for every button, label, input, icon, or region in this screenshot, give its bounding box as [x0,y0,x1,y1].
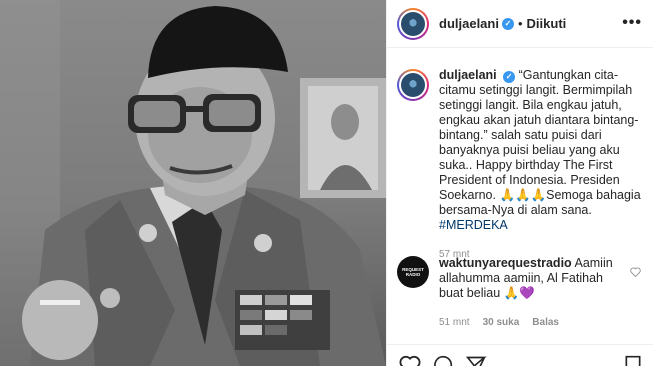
post-detail-panel: duljaelani ✓ • Diikuti ••• duljaelani ✓ … [386,0,653,366]
comment-like-count[interactable]: 30 suka [483,315,520,330]
reply-button[interactable]: Balas [532,315,559,330]
comment-icon[interactable] [432,355,454,366]
action-bar [387,344,653,366]
separator-dot: • [517,16,523,31]
caption-avatar[interactable] [397,69,429,101]
post-photo[interactable] [0,0,386,366]
photo-illustration [0,0,386,366]
comment-body: waktunyarequestradio Aamiin allahumma aa… [439,256,619,330]
post-header: duljaelani ✓ • Diikuti ••• [387,0,653,48]
caption-text: “Gantungkan cita-citamu setinggi langit.… [439,68,641,217]
verified-badge-icon: ✓ [501,17,514,30]
hashtag-link[interactable]: #MERDEKA [439,218,508,232]
verified-badge-icon: ✓ [503,70,516,83]
author-username[interactable]: duljaelani [439,16,499,31]
author-avatar[interactable] [397,7,429,40]
more-icon[interactable]: ••• [622,14,642,32]
comment-time: 51 mnt [439,317,470,328]
commenter-username[interactable]: waktunyarequestradio [439,256,572,270]
caption-username[interactable]: duljaelani [439,68,497,82]
caption-body: duljaelani ✓ “Gantungkan cita-citamu set… [439,68,644,262]
share-icon[interactable] [465,355,487,366]
avatar-text-line2: RADIO [405,272,421,277]
bookmark-icon[interactable] [624,355,642,366]
comment-meta: 51 mnt 30 suka Balas [439,315,619,330]
caption: duljaelani ✓ “Gantungkan cita-citamu set… [397,68,647,262]
heart-icon[interactable] [399,355,421,366]
heart-icon[interactable] [630,267,641,277]
comment-item: REQUEST RADIO waktunyarequestradio Aamii… [397,256,647,330]
commenter-avatar[interactable]: REQUEST RADIO [397,256,429,288]
follow-status-button[interactable]: Diikuti [527,16,567,31]
